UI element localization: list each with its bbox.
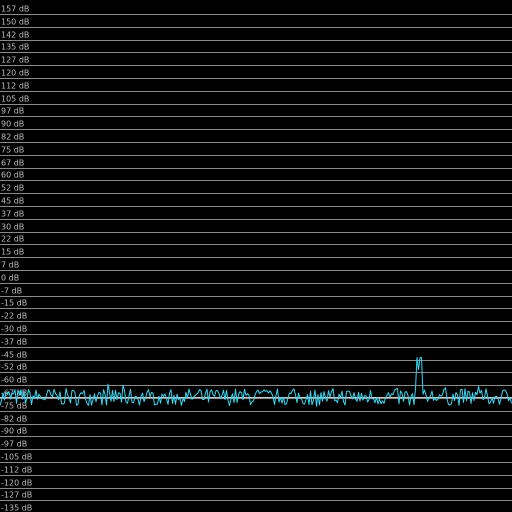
db-scale-label: 157 dB (1, 5, 29, 14)
db-scale-label: 105 dB (1, 95, 29, 104)
db-scale-label: 90 dB (1, 120, 24, 129)
db-scale-label: 45 dB (1, 197, 24, 206)
db-scale-label: -15 dB (1, 299, 27, 308)
db-scale-label: 7 dB (1, 261, 19, 270)
db-scale-label: 52 dB (1, 184, 24, 193)
db-scale-label: 127 dB (1, 56, 29, 65)
db-scale-label: -135 dB (1, 504, 32, 512)
db-scale-label: 82 dB (1, 133, 24, 142)
db-scale-label: 135 dB (1, 43, 29, 52)
spectrum-display: 157 dB 150 dB 142 dB 135 dB 127 dB 120 dB 112 … (0, 5, 512, 512)
db-scale-label: 0 dB (1, 274, 19, 283)
db-scale-label: 60 dB (1, 171, 24, 180)
db-scale-label: -52 dB (1, 363, 27, 372)
db-scale-label: -90 dB (1, 427, 27, 436)
db-scale-label: -37 dB (1, 338, 27, 347)
db-scale-label: -75 dB (1, 402, 27, 411)
db-scale-label: -82 dB (1, 415, 27, 424)
db-scale-label: 67 dB (1, 159, 24, 168)
db-scale-label: -112 dB (1, 466, 32, 475)
db-scale-label: -30 dB (1, 325, 27, 334)
db-scale-label: 97 dB (1, 107, 24, 116)
db-scale-label: -45 dB (1, 351, 27, 360)
db-scale-label: 120 dB (1, 69, 29, 78)
db-scale-label: 75 dB (1, 146, 24, 155)
db-scale-label: 150 dB (1, 18, 29, 27)
db-scale-label: -127 dB (1, 491, 32, 500)
db-scale-label: -105 dB (1, 453, 32, 462)
db-scale-label: -97 dB (1, 440, 27, 449)
db-scale-label: -22 dB (1, 312, 27, 321)
db-scale-label: 112 dB (1, 82, 29, 91)
db-scale-label: 15 dB (1, 248, 24, 257)
db-scale-label: -120 dB (1, 479, 32, 488)
spectrum-grid (0, 14, 512, 501)
db-scale-label: 22 dB (1, 235, 24, 244)
db-scale-labels: 157 dB 150 dB 142 dB 135 dB 127 dB 120 dB 112 … (1, 5, 32, 512)
db-scale-label: 142 dB (1, 31, 29, 40)
db-scale-label: -7 dB (1, 287, 22, 296)
db-scale-label: -60 dB (1, 376, 27, 385)
db-scale-label: 30 dB (1, 223, 24, 232)
db-scale-label: 37 dB (1, 210, 24, 219)
